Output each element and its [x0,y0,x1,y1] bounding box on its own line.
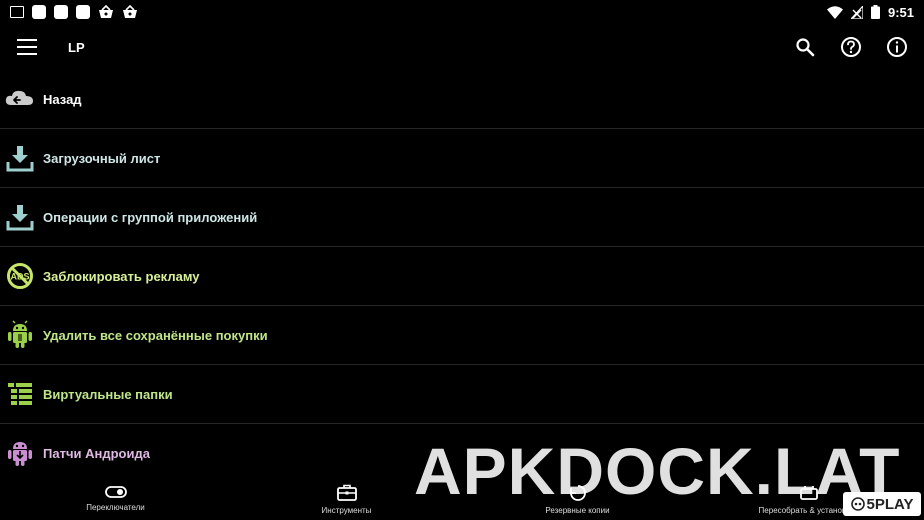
battery-icon [870,5,880,19]
basket-icon [123,5,137,18]
tab-switches[interactable]: Переключатели [0,474,231,520]
status-time: 9:51 [887,4,914,20]
menu-item-label: Назад [43,91,82,107]
menu-item-label: Операции с группой приложений [43,209,258,225]
notification-square-icon [54,5,68,19]
menu-item-remove-purchases[interactable]: Удалить все сохранённые покупки [0,306,924,365]
search-button[interactable] [790,32,820,62]
tab-label: Инструменты [321,505,372,515]
help-button[interactable] [836,32,866,62]
folder-list-icon [5,379,35,409]
info-button[interactable] [882,32,912,62]
android-patch-icon [5,438,35,468]
toggle-icon [104,486,127,498]
menu-item-label: Патчи Андроида [43,445,150,461]
menu-item-back[interactable]: Назад [0,70,924,129]
menu-item-group-operations[interactable]: Операции с группой приложений [0,188,924,247]
menu-item-label: Заблокировать рекламу [43,268,200,284]
menu-list: Назад Загрузочный лист Операции с группо… [0,70,924,482]
signal-icon [850,5,863,19]
info-icon [887,37,907,57]
search-icon [796,38,815,57]
image-icon [10,6,24,18]
watermark-badge-label: 5PLAY [866,495,914,513]
watermark-badge: 5PLAY [843,492,921,516]
basket-icon [99,5,113,18]
menu-item-download-list[interactable]: Загрузочный лист [0,129,924,188]
app-bar: LP [0,24,924,70]
watermark-text: APKDOCK.LAT [414,434,901,508]
menu-item-virtual-folders[interactable]: Виртуальные папки [0,365,924,424]
back-cloud-icon [5,84,35,114]
gamepad-icon [850,497,865,511]
toolbox-icon [336,484,357,501]
menu-item-block-ads[interactable]: ADS Заблокировать рекламу [0,247,924,306]
hamburger-menu-icon[interactable] [17,39,37,55]
android-icon [5,320,35,350]
notification-square-icon [32,5,46,19]
menu-item-label: Загрузочный лист [43,150,161,166]
app-bar-actions [790,32,924,62]
wifi-icon [826,5,843,19]
app-title: LP [68,39,85,55]
menu-item-label: Удалить все сохранённые покупки [43,327,268,343]
block-ads-icon: ADS [5,261,35,291]
app-screen: 9:51 LP Назад Загрузочный лист Операции … [0,0,924,520]
status-bar-notifications [0,5,138,19]
download-icon [5,202,35,232]
menu-item-label: Виртуальные папки [43,386,173,402]
download-icon [5,143,35,173]
tab-label: Переключатели [86,503,145,512]
status-bar: 9:51 [0,0,924,24]
help-icon [841,37,861,57]
status-bar-system: 9:51 [826,4,924,20]
notification-square-icon [76,5,90,19]
